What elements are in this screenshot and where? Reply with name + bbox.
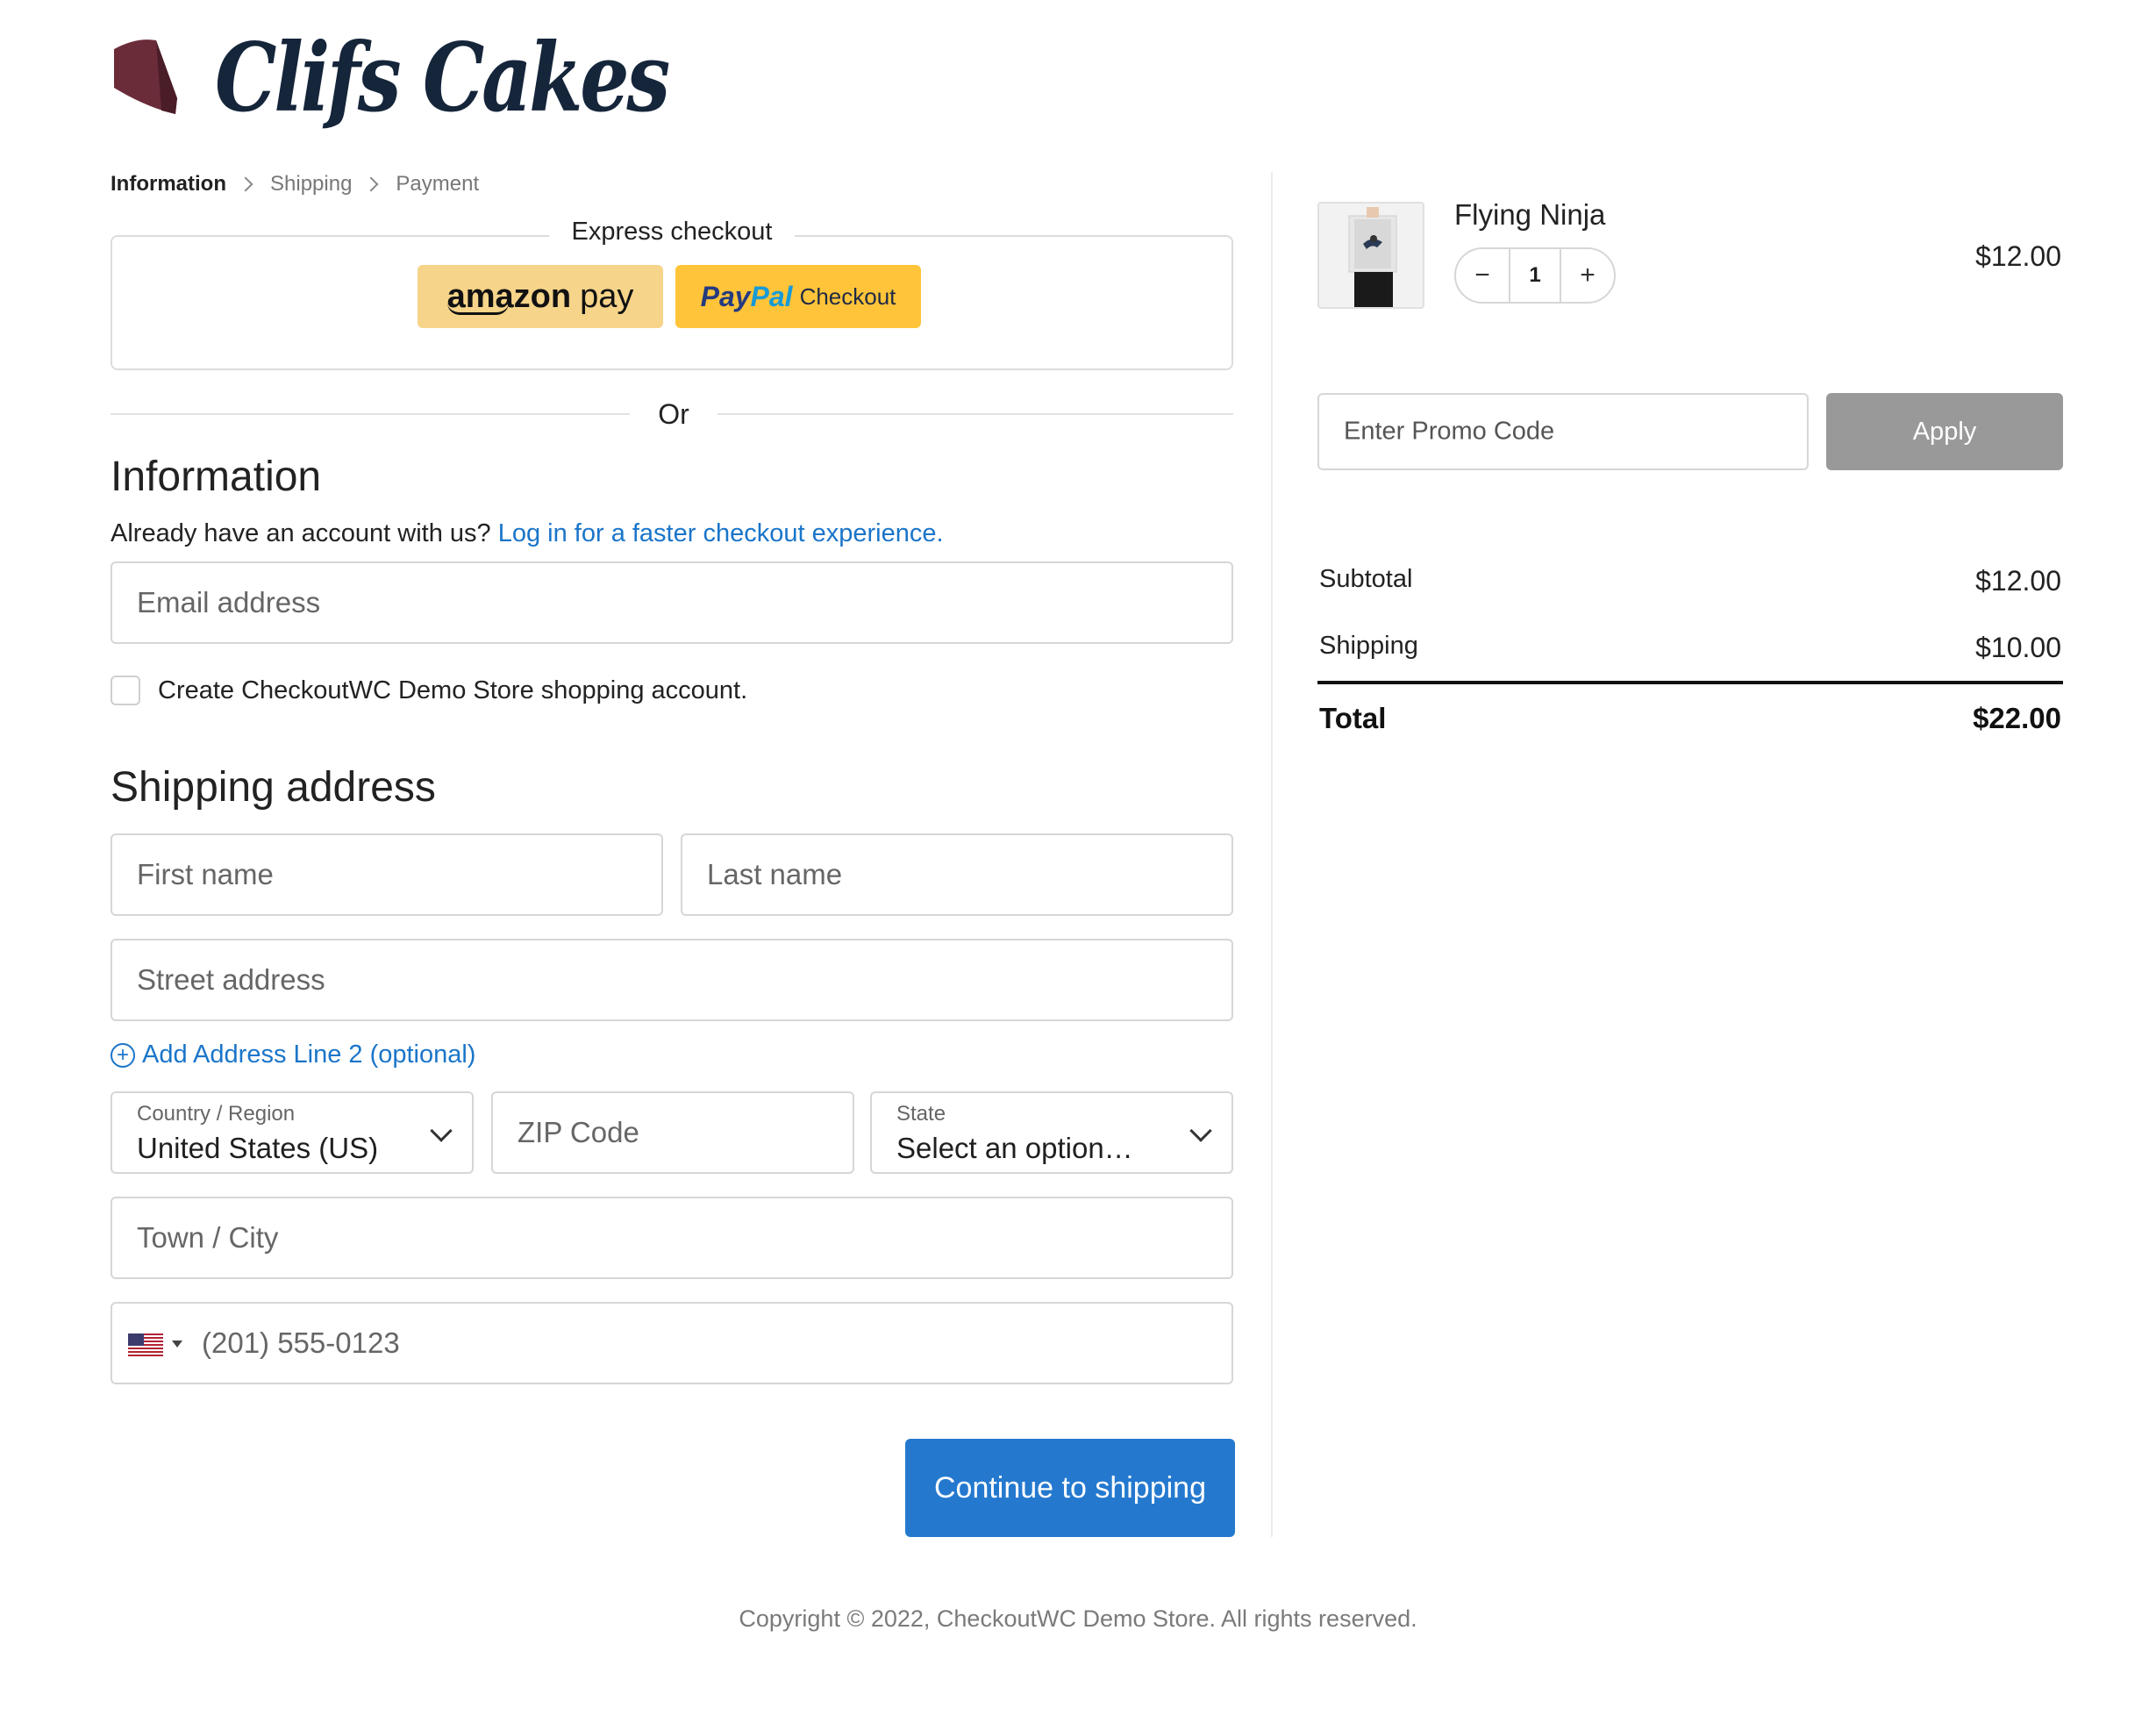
state-value: Select an option… — [896, 1132, 1133, 1164]
town-city-field[interactable]: Town / City — [111, 1197, 1233, 1279]
create-account-row: Create CheckoutWC Demo Store shopping ac… — [111, 676, 747, 705]
chevron-down-icon — [1189, 1119, 1212, 1142]
street-address-placeholder: Street address — [137, 963, 325, 996]
shipping-label: Shipping — [1319, 632, 1418, 660]
paypal-checkout-button[interactable]: Pay Pal Checkout — [675, 265, 921, 328]
street-address-field[interactable]: Street address — [111, 939, 1233, 1021]
country-select[interactable]: Country / Region United States (US) — [111, 1091, 474, 1174]
town-city-placeholder: Town / City — [137, 1221, 279, 1254]
plus-circle-icon: + — [111, 1042, 135, 1068]
quantity-stepper: − 1 + — [1454, 247, 1616, 304]
subtotal-label: Subtotal — [1319, 565, 1413, 593]
express-checkout-label: Express checkout — [549, 218, 795, 247]
country-value: United States (US) — [137, 1132, 379, 1164]
chevron-right-icon — [238, 176, 253, 192]
breadcrumb: Information Shipping Payment — [111, 172, 479, 197]
shipping-row: Shipping $10.00 — [1319, 632, 2061, 664]
country-label: Country / Region — [137, 1102, 296, 1126]
chevron-right-icon — [363, 176, 379, 192]
first-name-field[interactable]: First name — [111, 833, 663, 916]
promo-code-placeholder: Enter Promo Code — [1344, 417, 1555, 446]
paypal-checkout-label: Checkout — [799, 282, 896, 310]
phone-field[interactable]: (201) 555-0123 — [111, 1302, 1233, 1384]
product-thumbnail — [1317, 202, 1424, 309]
apply-promo-button[interactable]: Apply — [1826, 393, 2063, 470]
add-address-line2-label: Add Address Line 2 (optional) — [142, 1040, 476, 1069]
poster-image-icon — [1319, 204, 1423, 307]
promo-code-field[interactable]: Enter Promo Code — [1317, 393, 1809, 470]
or-divider: Or — [658, 398, 689, 430]
zip-code-placeholder: ZIP Code — [518, 1116, 639, 1148]
quantity-value[interactable]: 1 — [1509, 249, 1561, 302]
caret-down-icon[interactable] — [172, 1341, 182, 1348]
divider-line — [717, 413, 1233, 415]
chevron-down-icon — [430, 1119, 453, 1142]
total-divider — [1317, 681, 2063, 684]
information-heading: Information — [111, 454, 322, 500]
amazon-pay-button[interactable]: amazon pay — [418, 265, 663, 328]
breadcrumb-payment[interactable]: Payment — [396, 172, 479, 197]
add-address-line2-link[interactable]: + Add Address Line 2 (optional) — [111, 1040, 475, 1069]
email-field[interactable]: Email address — [111, 561, 1233, 644]
paypal-logo-pay: Pay — [700, 280, 751, 312]
quantity-plus-button[interactable]: + — [1561, 249, 1614, 302]
create-account-label[interactable]: Create CheckoutWC Demo Store shopping ac… — [158, 676, 747, 705]
shipping-value: $10.00 — [1975, 632, 2061, 663]
brand-name[interactable]: Clifs Cakes — [215, 23, 670, 133]
login-prompt-row: Already have an account with us? Log in … — [111, 519, 944, 548]
paypal-logo-pal: Pal — [750, 280, 793, 312]
subtotal-value: $12.00 — [1975, 565, 2061, 597]
column-divider — [1271, 172, 1273, 1537]
email-placeholder: Email address — [137, 586, 321, 618]
total-row: Total $22.00 — [1319, 702, 2061, 735]
phone-placeholder: (201) 555-0123 — [202, 1326, 400, 1359]
copyright-text: Copyright © 2022, CheckoutWC Demo Store.… — [739, 1605, 1417, 1632]
create-account-checkbox[interactable] — [111, 676, 140, 705]
state-select[interactable]: State Select an option… — [870, 1091, 1233, 1174]
continue-to-shipping-button[interactable]: Continue to shipping — [905, 1439, 1235, 1537]
amazon-smile-icon — [447, 303, 509, 315]
shipping-address-heading: Shipping address — [111, 764, 436, 811]
us-flag-icon[interactable] — [128, 1333, 163, 1356]
breadcrumb-information[interactable]: Information — [111, 172, 226, 197]
state-label: State — [896, 1102, 946, 1126]
divider-line — [111, 413, 630, 415]
first-name-placeholder: First name — [137, 858, 274, 890]
zip-code-field[interactable]: ZIP Code — [491, 1091, 854, 1174]
product-name[interactable]: Flying Ninja — [1454, 198, 1605, 232]
cake-slice-icon[interactable] — [111, 37, 177, 114]
total-label: Total — [1319, 702, 1387, 734]
login-link[interactable]: Log in for a faster checkout experience. — [498, 519, 944, 547]
amazon-pay-suffix: pay — [580, 277, 634, 315]
express-checkout-box — [111, 235, 1233, 370]
quantity-minus-button[interactable]: − — [1456, 249, 1509, 302]
subtotal-row: Subtotal $12.00 — [1319, 565, 2061, 597]
product-price: $12.00 — [1975, 240, 2061, 272]
total-value: $22.00 — [1973, 702, 2061, 734]
breadcrumb-shipping[interactable]: Shipping — [270, 172, 352, 197]
login-prompt: Already have an account with us? — [111, 519, 491, 547]
last-name-placeholder: Last name — [707, 858, 843, 890]
last-name-field[interactable]: Last name — [681, 833, 1233, 916]
